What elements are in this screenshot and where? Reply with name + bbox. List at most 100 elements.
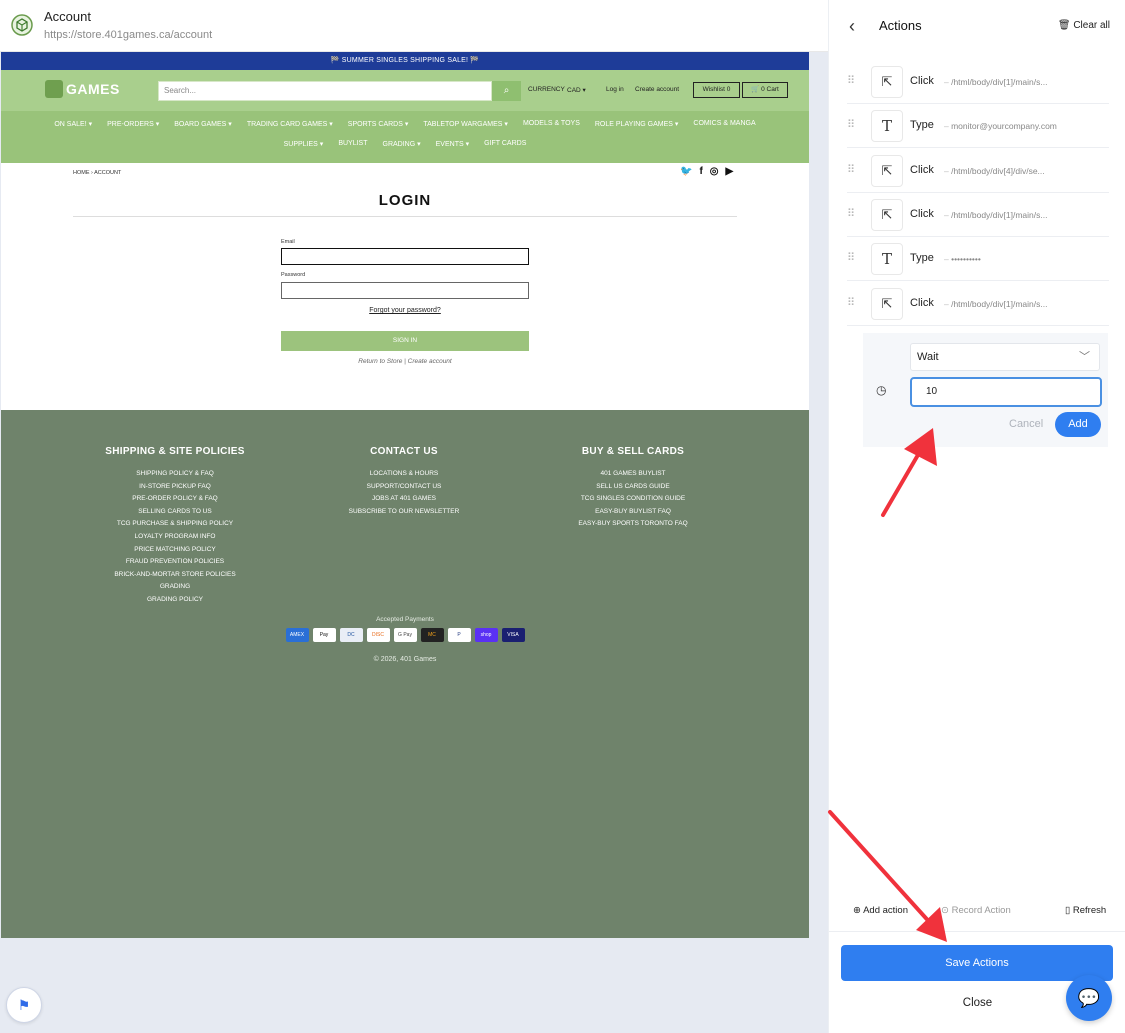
nav-item[interactable]: MODELS & TOYS — [523, 120, 580, 128]
add-action-button[interactable]: ⊕ Add action — [853, 905, 908, 916]
footer-heading: CONTACT US — [370, 446, 438, 457]
footer-link[interactable]: 401 GAMES BUYLIST — [523, 468, 743, 481]
flag-icon[interactable]: ⚑ — [6, 987, 42, 1023]
password-field[interactable] — [281, 282, 529, 299]
email-field[interactable] — [281, 248, 529, 265]
footer-link[interactable]: SUPPORT/CONTACT US — [294, 481, 514, 494]
nav-item[interactable]: BOARD GAMES ▾ — [174, 120, 232, 128]
drag-handle-icon[interactable]: ⠿ — [847, 207, 855, 220]
footer-link[interactable]: LOYALTY PROGRAM INFO — [65, 531, 285, 544]
nav-row-2: SUPPLIES ▾ BUYLIST GRADING ▾ EVENTS ▾ GIFT C… — [1, 140, 809, 148]
nav-item[interactable]: ROLE PLAYING GAMES ▾ — [595, 120, 679, 128]
save-actions-button[interactable]: Save Actions — [841, 945, 1113, 981]
nav-item[interactable]: ON SALE! ▾ — [54, 120, 92, 128]
drag-handle-icon[interactable]: ⠿ — [847, 74, 855, 87]
breadcrumb[interactable]: HOME › ACCOUNT — [73, 170, 121, 176]
payments-label: Accepted Payments — [376, 616, 434, 623]
cube-icon — [45, 80, 63, 98]
currency-select[interactable]: CAD ▾ — [567, 86, 586, 94]
record-action-button[interactable]: ⊙ Record Action — [941, 905, 1011, 916]
action-detail-value: monitor@yourcompany.com — [951, 121, 1057, 132]
footer-link[interactable]: GRADING — [65, 581, 285, 594]
facebook-icon[interactable]: f — [699, 166, 702, 177]
new-action-editor: Wait ﹀ ◷ 10 Cancel Add — [863, 333, 1108, 447]
forgot-password-link[interactable]: Forgot your password? — [1, 307, 809, 314]
action-type: Type — [910, 119, 934, 132]
cart-button[interactable]: 🛒 0 Cart — [742, 82, 788, 98]
add-button[interactable]: Add — [1055, 412, 1101, 437]
footer-link[interactable]: TCG SINGLES CONDITION GUIDE — [523, 493, 743, 506]
main-navigation: ON SALE! ▾ PRE-ORDERS ▾ BOARD GAMES ▾ TRADI… — [1, 111, 809, 163]
page-url: https://store.401games.ca/account — [44, 29, 213, 41]
footer-link[interactable]: SHIPPING POLICY & FAQ — [65, 468, 285, 481]
nav-item[interactable]: TABLETOP WARGAMES ▾ — [423, 120, 508, 128]
drag-handle-icon[interactable]: ⠿ — [847, 163, 855, 176]
nav-item[interactable]: EVENTS ▾ — [436, 140, 469, 148]
nav-item[interactable]: BUYLIST — [338, 140, 367, 148]
action-type-select[interactable]: Wait ﹀ — [910, 343, 1100, 371]
type-icon: T — [871, 243, 903, 276]
action-row[interactable]: ⠿ ⇱ Click – /html/body/div[1]/main/s... — [847, 193, 1109, 237]
footer-link[interactable]: PRE-ORDER POLICY & FAQ — [65, 493, 285, 506]
action-row[interactable]: ⠿ ⇱ Click – /html/body/div[4]/div/se... — [847, 149, 1109, 193]
payment-icon: AMEX — [285, 628, 309, 642]
footer-heading: SHIPPING & SITE POLICIES — [105, 446, 245, 457]
refresh-button[interactable]: ▯ Refresh — [1065, 905, 1106, 916]
announcement-bar[interactable]: 🏁 SUMMER SINGLES SHIPPING SALE! 🏁 — [1, 52, 809, 70]
back-icon[interactable]: ‹ — [849, 16, 855, 37]
website-preview: 🏁 SUMMER SINGLES SHIPPING SALE! 🏁 GAMES … — [1, 52, 809, 938]
brand-logo[interactable]: GAMES — [45, 80, 120, 98]
footer-link[interactable]: EASY-BUY SPORTS TORONTO FAQ — [523, 518, 743, 531]
footer-link[interactable]: IN-STORE PICKUP FAQ — [65, 481, 285, 494]
footer-link[interactable]: FRAUD PREVENTION POLICIES — [65, 556, 285, 569]
nav-item[interactable]: SPORTS CARDS ▾ — [348, 120, 409, 128]
wishlist-button[interactable]: Wishlist 0 — [693, 82, 740, 98]
return-links[interactable]: Return to Store | Create account — [1, 358, 809, 365]
footer-link[interactable]: JOBS AT 401 GAMES — [294, 493, 514, 506]
footer-link[interactable]: GRADING POLICY — [65, 594, 285, 607]
footer-link[interactable]: SELL US CARDS GUIDE — [523, 481, 743, 494]
twitter-icon[interactable]: 🐦 — [680, 166, 692, 177]
footer-link[interactable]: PRICE MATCHING POLICY — [65, 544, 285, 557]
footer-links: 401 GAMES BUYLIST SELL US CARDS GUIDE TCG … — [523, 468, 743, 531]
footer-col-contact: CONTACT US LOCATIONS & HOURS SUPPORT/CONT… — [294, 446, 514, 518]
cancel-button[interactable]: Cancel — [1009, 418, 1043, 430]
youtube-icon[interactable]: ▶ — [726, 166, 734, 177]
add-action-label: Add action — [863, 905, 908, 916]
divider — [73, 216, 737, 217]
action-row[interactable]: ⠿ T Type – •••••••••• — [847, 237, 1109, 282]
footer-link[interactable]: LOCATIONS & HOURS — [294, 468, 514, 481]
footer-link[interactable]: BRICK-AND-MORTAR STORE POLICIES — [65, 569, 285, 582]
create-account-link[interactable]: Create account — [635, 86, 679, 93]
email-label: Email — [281, 239, 295, 245]
drag-handle-icon[interactable]: ⠿ — [847, 296, 855, 309]
clear-all-button[interactable]: 🗑 Clear all — [1058, 20, 1110, 31]
login-link[interactable]: Log in — [606, 86, 624, 93]
chat-icon[interactable]: 💬 — [1066, 975, 1112, 1021]
password-label: Password — [281, 272, 306, 278]
trash-icon: 🗑 — [1057, 20, 1071, 31]
footer-link[interactable]: SELLING CARDS TO US — [65, 506, 285, 519]
action-row[interactable]: ⠿ ⇱ Click – /html/body/div[1]/main/s... — [847, 60, 1109, 104]
copyright: © 2026, 401 Games — [373, 656, 437, 663]
nav-item[interactable]: GIFT CARDS — [484, 140, 526, 148]
action-detail-value: •••••••••• — [951, 254, 981, 265]
search-button[interactable]: ⌕ — [492, 81, 521, 101]
instagram-icon[interactable]: ◎ — [710, 166, 719, 177]
nav-item[interactable]: SUPPLIES ▾ — [284, 140, 324, 148]
footer-link[interactable]: EASY-BUY BUYLIST FAQ — [523, 506, 743, 519]
site-search-input[interactable]: Search... — [158, 81, 492, 101]
action-row[interactable]: ⠿ T Type – monitor@yourcompany.com — [847, 104, 1109, 149]
footer-link[interactable]: SUBSCRIBE TO OUR NEWSLETTER — [294, 506, 514, 519]
footer-link[interactable]: TCG PURCHASE & SHIPPING POLICY — [65, 518, 285, 531]
nav-item[interactable]: GRADING ▾ — [383, 140, 421, 148]
currency-label: CURRENCY — [528, 86, 565, 93]
drag-handle-icon[interactable]: ⠿ — [847, 251, 855, 264]
nav-item[interactable]: COMICS & MANGA — [693, 120, 755, 128]
nav-item[interactable]: TRADING CARD GAMES ▾ — [247, 120, 333, 128]
sign-in-button[interactable]: SIGN IN — [281, 331, 529, 351]
wait-duration-input[interactable]: 10 — [910, 377, 1102, 407]
action-row[interactable]: ⠿ ⇱ Click – /html/body/div[1]/main/s... — [847, 282, 1109, 326]
nav-item[interactable]: PRE-ORDERS ▾ — [107, 120, 159, 128]
drag-handle-icon[interactable]: ⠿ — [847, 118, 855, 131]
